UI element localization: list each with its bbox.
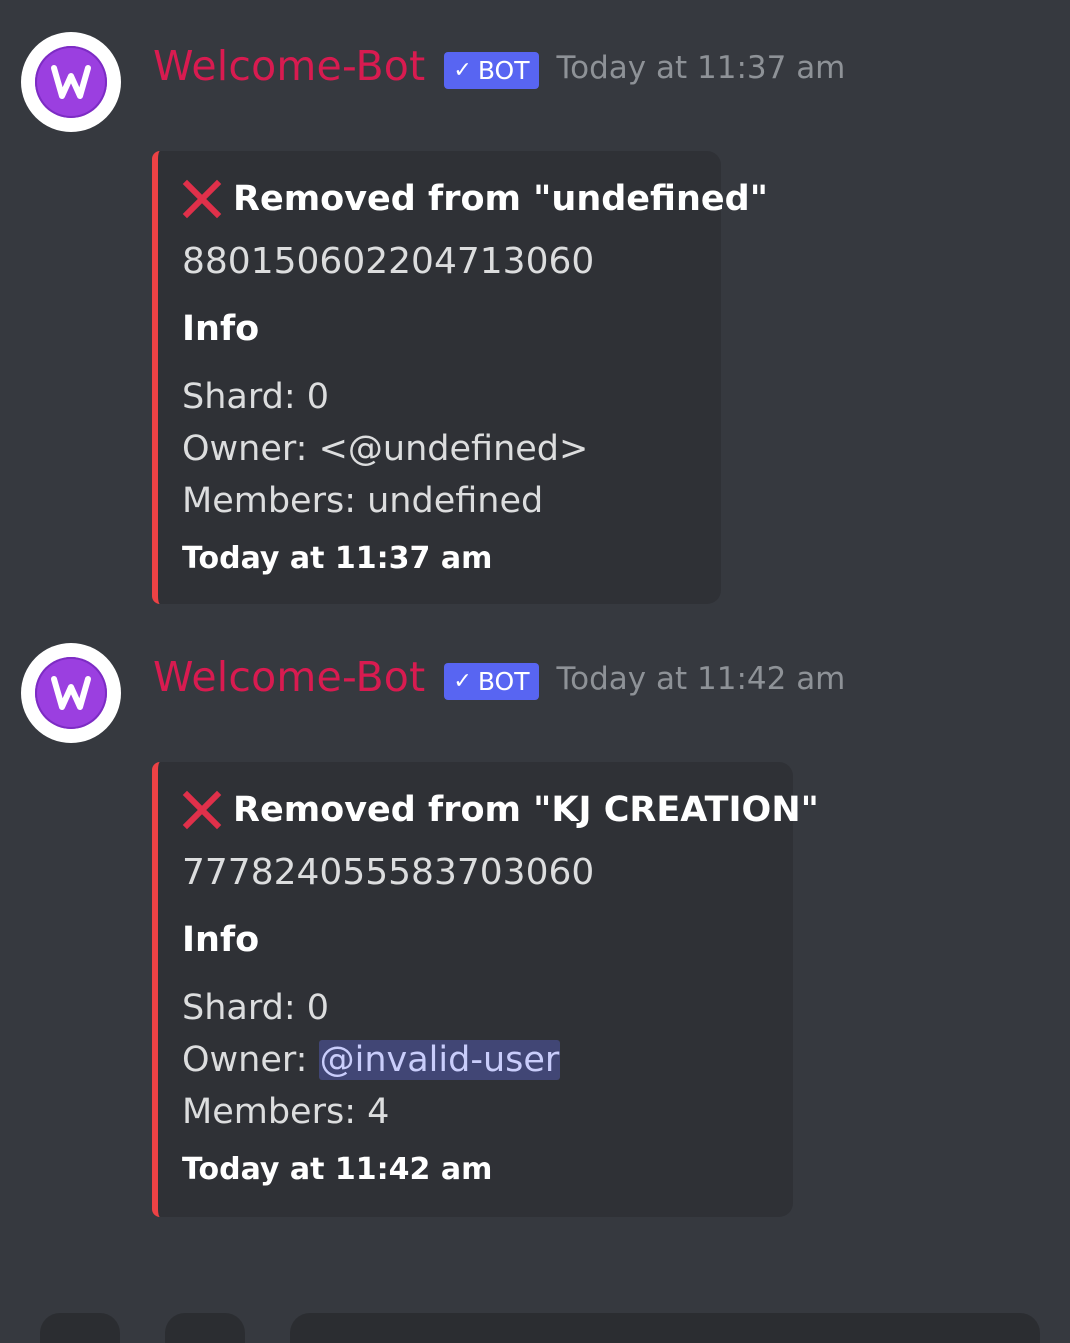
- members-line: Members: undefined: [182, 481, 544, 521]
- embed-footer-timestamp: Today at 11:42 am: [182, 1152, 493, 1187]
- embed-title-text: Removed from "KJ CREATION": [233, 790, 819, 830]
- red-x-icon: [182, 790, 222, 830]
- message-header: Welcome-Bot ✓ BOT Today at 11:37 am: [153, 38, 845, 94]
- message-header: Welcome-Bot ✓ BOT Today at 11:42 am: [153, 649, 845, 705]
- owner-mention[interactable]: @invalid-user: [318, 1040, 561, 1080]
- message-timestamp[interactable]: Today at 11:37 am: [556, 50, 845, 86]
- embed-field-value: Shard: 0 Owner: @invalid-user Members: 4: [182, 982, 773, 1138]
- embed-title-text: Removed from "undefined": [233, 179, 768, 219]
- owner-label: Owner:: [182, 1040, 319, 1080]
- embed-title: Removed from "undefined": [182, 175, 768, 223]
- username[interactable]: Welcome-Bot: [153, 656, 425, 698]
- embed-field-name: Info: [182, 920, 260, 960]
- shard-line: Shard: 0: [182, 988, 330, 1028]
- bot-tag: ✓ BOT: [444, 51, 540, 89]
- red-x-icon: [182, 179, 222, 219]
- bot-tag-label: BOT: [477, 666, 530, 696]
- bot-avatar[interactable]: [21, 643, 121, 743]
- letter-w-avatar-icon: [35, 657, 107, 729]
- next-avatar-peek: [165, 1313, 245, 1343]
- embed-title: Removed from "KJ CREATION": [182, 786, 819, 834]
- shard-line: Shard: 0: [182, 377, 330, 417]
- embed-field-name: Info: [182, 309, 260, 349]
- bot-tag-label: BOT: [477, 55, 530, 85]
- username[interactable]: Welcome-Bot: [153, 45, 425, 87]
- bot-tag: ✓ BOT: [444, 662, 540, 700]
- members-line: Members: 4: [182, 1092, 390, 1132]
- next-embed-peek: [290, 1313, 1040, 1343]
- checkmark-icon: ✓: [453, 57, 472, 83]
- owner-line: Owner: <@undefined>: [182, 423, 701, 475]
- message-timestamp[interactable]: Today at 11:42 am: [556, 661, 845, 697]
- next-avatar-peek: [40, 1313, 120, 1343]
- next-message-peek: [0, 1313, 1070, 1343]
- embed: Removed from "undefined" 880150602204713…: [152, 151, 768, 604]
- embed-description: 777824055583703060: [182, 852, 595, 893]
- owner-line: Owner: @invalid-user: [182, 1034, 773, 1086]
- embed-description: 880150602204713060: [182, 241, 595, 282]
- embed-footer-timestamp: Today at 11:37 am: [182, 541, 493, 576]
- owner-label: Owner:: [182, 429, 319, 469]
- embed: Removed from "KJ CREATION" 7778240555837…: [152, 762, 819, 1217]
- letter-w-avatar-icon: [35, 46, 107, 118]
- checkmark-icon: ✓: [453, 668, 472, 694]
- owner-value: <@undefined>: [318, 429, 589, 469]
- bot-avatar[interactable]: [21, 32, 121, 132]
- embed-field-value: Shard: 0 Owner: <@undefined> Members: un…: [182, 371, 701, 527]
